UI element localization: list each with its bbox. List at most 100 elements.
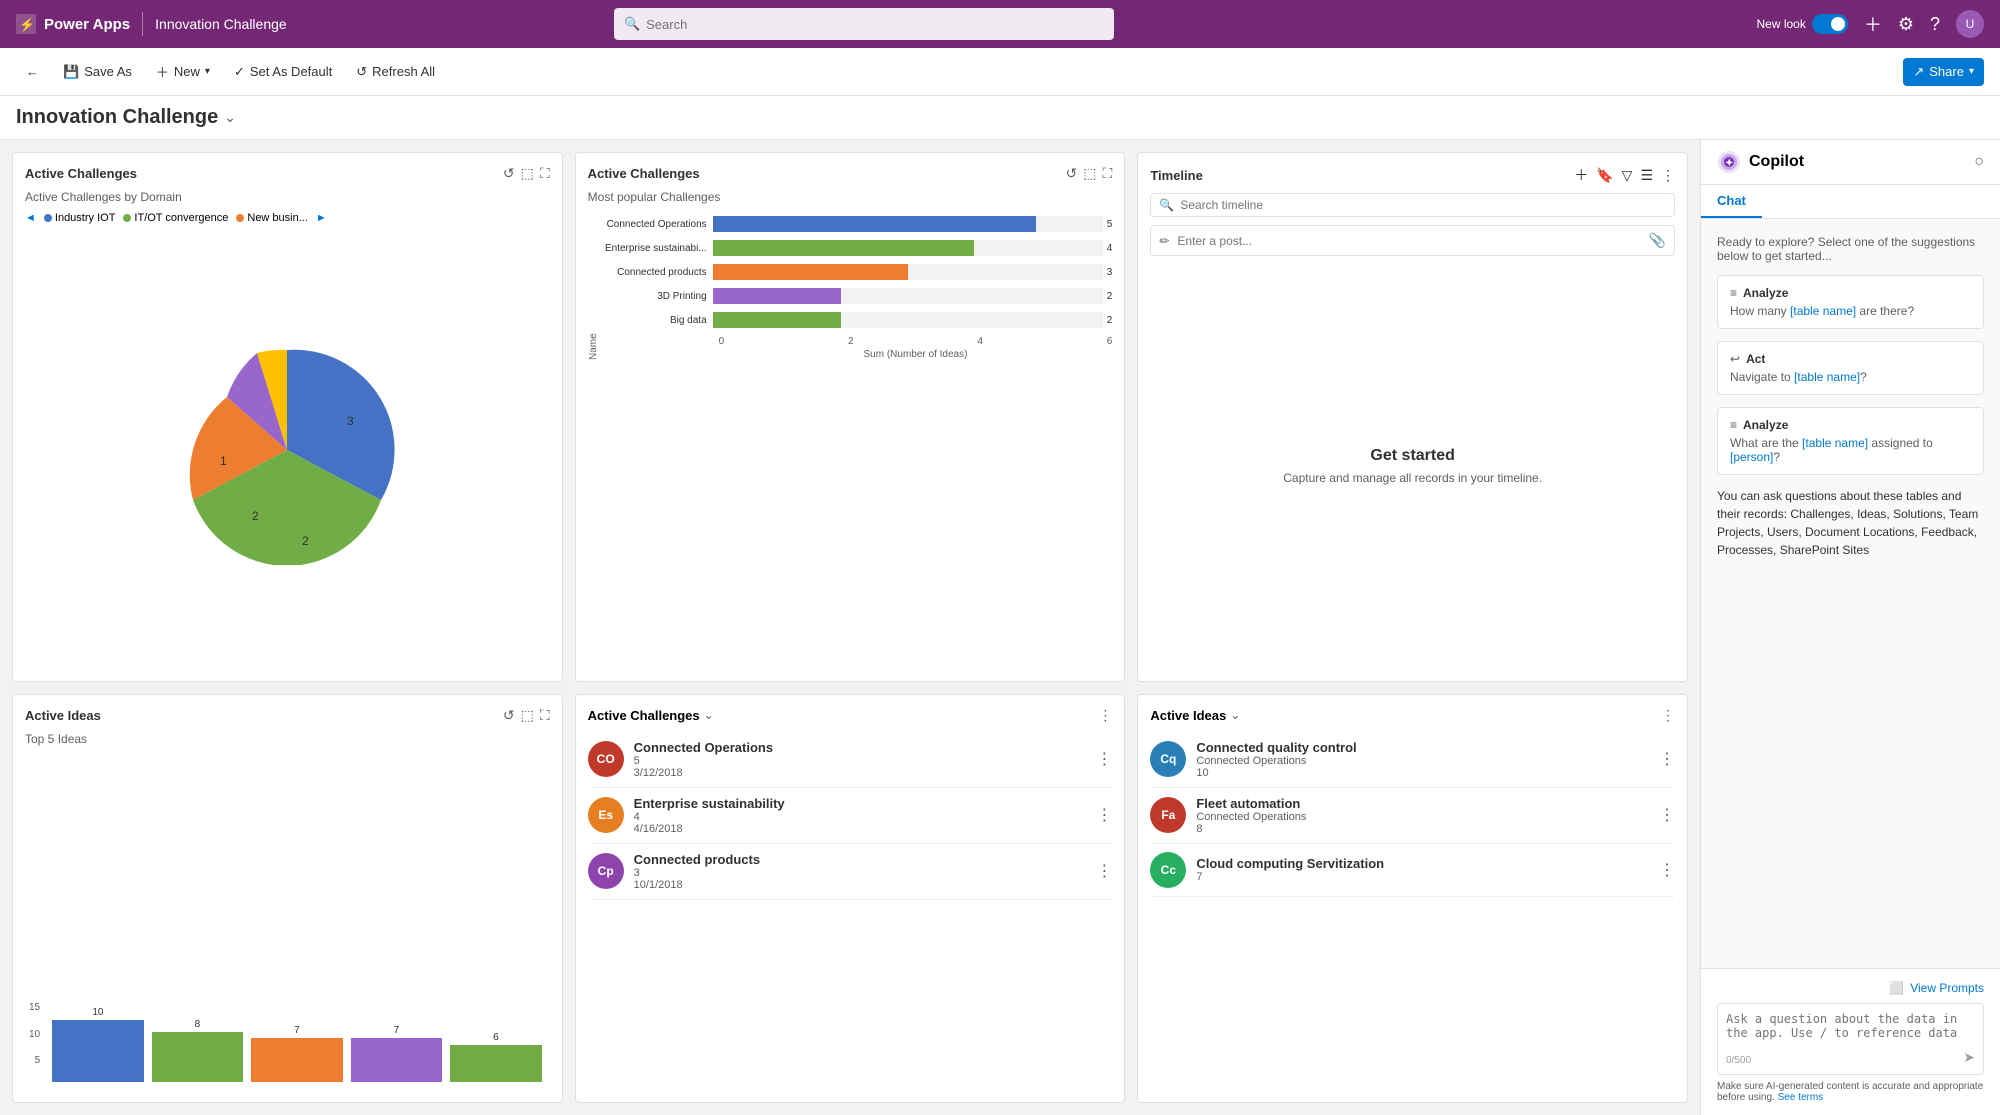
help-icon[interactable]: ?: [1930, 14, 1940, 35]
copilot-tab-chat[interactable]: Chat: [1701, 185, 1762, 218]
copilot-close-button[interactable]: ○: [1974, 153, 1984, 171]
copilot-info: You can ask questions about these tables…: [1717, 487, 1984, 559]
bar-track-0: [713, 216, 1103, 232]
ideas-bar-col-4: 6: [450, 992, 542, 1082]
challenges-list-chevron[interactable]: ⌄: [704, 708, 714, 722]
ideas-list-items: Cq Connected quality control Connected O…: [1150, 732, 1675, 897]
plus-icon: ＋: [156, 62, 169, 81]
y-tick-15: 15: [29, 1002, 40, 1013]
ideas-list-more[interactable]: ⋮: [1661, 707, 1675, 724]
ideas-bar-3: [351, 1038, 443, 1082]
copilot-send-button[interactable]: ➤: [1963, 1049, 1975, 1066]
copilot-suggestion-0[interactable]: ≡ Analyze How many [table name] are ther…: [1717, 275, 1984, 329]
copy-bar-icon[interactable]: ⬚: [1083, 165, 1096, 182]
active-challenges-pie-card: Active Challenges ↺ ⬚ ⛶ Active Challenge…: [12, 152, 563, 682]
timeline-post-input[interactable]: [1177, 234, 1640, 248]
new-look-toggle-pill[interactable]: [1812, 14, 1848, 34]
topbar-divider: [142, 12, 143, 36]
share-button[interactable]: ↗ Share ▾: [1903, 58, 1984, 86]
legend-prev[interactable]: ◄: [25, 212, 36, 224]
challenge-more-1[interactable]: ⋮: [1096, 805, 1112, 825]
copy-card-icon[interactable]: ⬚: [521, 165, 534, 182]
add-icon[interactable]: ＋: [1864, 11, 1882, 37]
copilot-input-footer: 0/500 ➤: [1726, 1055, 1975, 1066]
copilot-suggestion-1[interactable]: ↩ Act Navigate to [table name]?: [1717, 341, 1984, 395]
timeline-card: Timeline ＋ 🔖 ▽ ☰ ⋮ 🔍 ✏ 📎 Get started: [1137, 152, 1688, 682]
bar-label-3: 3D Printing: [603, 291, 713, 302]
ideas-bar-1: [152, 1032, 244, 1082]
challenge-date-1: 4/16/2018: [634, 823, 1087, 835]
user-avatar[interactable]: U: [1956, 10, 1984, 38]
ideas-list-chevron[interactable]: ⌄: [1230, 708, 1240, 722]
idea-count-2: 7: [1196, 871, 1649, 883]
suggestion-link-2b[interactable]: [person]: [1730, 450, 1773, 464]
idea-name-2: Cloud computing Servitization: [1196, 856, 1649, 871]
suggestion-link-0a[interactable]: [table name]: [1790, 304, 1856, 318]
copilot-input-area: 0/500 ➤: [1717, 1003, 1984, 1075]
ideas-bar-col-3: 7: [351, 992, 443, 1082]
idea-more-1[interactable]: ⋮: [1659, 805, 1675, 825]
bar-row-2: Connected products 3: [603, 264, 1113, 280]
disclaimer-link[interactable]: See terms: [1778, 1092, 1824, 1103]
copilot-tabs: Chat: [1701, 185, 2000, 219]
ideas-chart-header: Active Ideas ↺ ⬚ ⛶: [25, 707, 550, 724]
new-look-toggle[interactable]: New look: [1756, 14, 1847, 34]
timeline-filter-icon[interactable]: ▽: [1622, 167, 1633, 184]
timeline-list-icon[interactable]: ☰: [1640, 167, 1653, 184]
x-axis-label: Sum (Number of Ideas): [603, 349, 1113, 360]
legend-next[interactable]: ►: [316, 212, 327, 224]
challenge-avatar-1: Es: [588, 797, 624, 833]
timeline-more-icon[interactable]: ⋮: [1661, 167, 1675, 184]
suggestion-header-0: ≡ Analyze: [1730, 286, 1971, 300]
copilot-icon: ✦: [1717, 150, 1741, 174]
copilot-footer: ⬜ View Prompts 0/500 ➤ Make sure AI-gene…: [1701, 968, 2000, 1115]
suggestion-link-2a[interactable]: [table name]: [1802, 436, 1868, 450]
challenge-more-2[interactable]: ⋮: [1096, 861, 1112, 881]
refresh-button[interactable]: ↺ Refresh All: [346, 58, 445, 86]
new-button[interactable]: ＋ New ▾: [146, 56, 220, 87]
topbar-right: New look ＋ ⚙ ? U: [1756, 10, 1984, 38]
refresh-card-icon[interactable]: ↺: [503, 165, 515, 182]
timeline-add-icon[interactable]: ＋: [1574, 165, 1588, 185]
page-title: Innovation Challenge: [16, 106, 218, 129]
timeline-search-input[interactable]: [1180, 198, 1666, 212]
idea-more-0[interactable]: ⋮: [1659, 749, 1675, 769]
set-default-button[interactable]: ✓ Set As Default: [224, 58, 342, 86]
challenge-more-0[interactable]: ⋮: [1096, 749, 1112, 769]
pie-card-title: Active Challenges: [25, 166, 137, 181]
idea-sub-0: Connected Operations: [1196, 755, 1649, 767]
copilot-title-text: Copilot: [1749, 153, 1804, 171]
idea-name-0: Connected quality control: [1196, 740, 1649, 755]
save-as-button[interactable]: 💾 Save As: [53, 58, 142, 86]
expand-bar-icon[interactable]: ⛶: [1103, 165, 1113, 182]
suggestion-link-1a[interactable]: [table name]: [1794, 370, 1860, 384]
timeline-bookmark-icon[interactable]: 🔖: [1596, 167, 1613, 184]
timeline-attach-icon[interactable]: 📎: [1649, 232, 1666, 249]
challenges-list-more[interactable]: ⋮: [1098, 707, 1112, 724]
view-prompts-button[interactable]: ⬜ View Prompts: [1717, 981, 1984, 995]
ideas-bar-col-0: 10: [52, 992, 144, 1082]
x-tick-3: 6: [1107, 336, 1113, 347]
back-button[interactable]: ←: [16, 58, 49, 85]
copilot-input[interactable]: [1726, 1012, 1975, 1052]
copy-ideas-icon[interactable]: ⬚: [521, 707, 534, 724]
refresh-ideas-icon[interactable]: ↺: [503, 707, 515, 724]
idea-count-0: 10: [1196, 767, 1649, 779]
search-bar[interactable]: 🔍: [614, 8, 1114, 40]
page-title-chevron[interactable]: ⌄: [224, 109, 236, 126]
expand-ideas-icon[interactable]: ⛶: [540, 707, 550, 724]
copilot-suggestion-2[interactable]: ≡ Analyze What are the [table name] assi…: [1717, 407, 1984, 475]
pie-card-actions: ↺ ⬚ ⛶: [503, 165, 550, 182]
settings-icon[interactable]: ⚙: [1898, 14, 1914, 35]
legend-label-1: IT/OT convergence: [134, 212, 228, 224]
refresh-bar-icon[interactable]: ↺: [1066, 165, 1078, 182]
idea-more-2[interactable]: ⋮: [1659, 860, 1675, 880]
x-tick-1: 2: [848, 336, 854, 347]
bar-label-2: Connected products: [603, 267, 713, 278]
svg-text:2: 2: [302, 534, 309, 548]
ideas-bar-4: [450, 1045, 542, 1082]
main-content: Active Challenges ↺ ⬚ ⛶ Active Challenge…: [0, 140, 1700, 1115]
expand-card-icon[interactable]: ⛶: [540, 165, 550, 182]
card-header-bar: Active Challenges ↺ ⬚ ⛶: [588, 165, 1113, 182]
search-input[interactable]: [646, 17, 1104, 32]
